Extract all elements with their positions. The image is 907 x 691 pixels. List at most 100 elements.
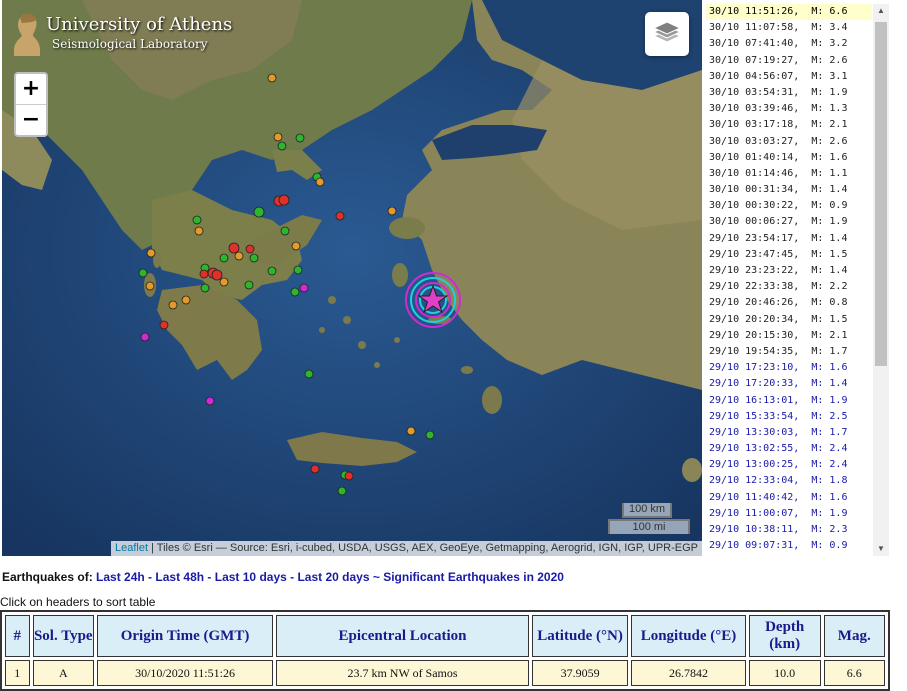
layers-icon <box>652 21 682 43</box>
quake-marker <box>244 280 254 290</box>
layers-button[interactable] <box>645 12 689 56</box>
list-item[interactable]: 29/10 12:33:04, M: 1.8 <box>706 473 872 489</box>
list-item[interactable]: 30/10 03:39:46, M: 1.3 <box>706 101 872 117</box>
quake-marker <box>425 430 435 440</box>
list-item[interactable]: 30/10 00:30:22, M: 0.9 <box>706 198 872 214</box>
logo-subtitle: Seismological Laboratory <box>52 37 208 51</box>
quake-marker <box>278 194 290 206</box>
quake-marker <box>228 242 240 254</box>
col-origin-time[interactable]: Origin Time (GMT) <box>96 615 274 657</box>
list-item[interactable]: 29/10 09:01:21, M: 2.7 <box>706 554 872 556</box>
zoom-in-button[interactable]: + <box>16 74 46 105</box>
quake-marker <box>205 396 215 406</box>
list-item[interactable]: 30/10 04:56:07, M: 3.1 <box>706 69 872 85</box>
earthquake-markers[interactable] <box>2 0 702 556</box>
list-item[interactable]: 30/10 03:17:18, M: 2.1 <box>706 117 872 133</box>
leaflet-link[interactable]: Leaflet <box>115 542 148 554</box>
link-last-20-days[interactable]: Last 20 days <box>297 570 369 584</box>
periods-label: Earthquakes of: <box>2 570 93 584</box>
list-item[interactable]: 29/10 16:13:01, M: 1.9 <box>706 393 872 409</box>
quake-marker <box>199 269 209 279</box>
scroll-up-icon[interactable]: ▲ <box>873 4 889 18</box>
list-item[interactable]: 29/10 13:00:25, M: 2.4 <box>706 457 872 473</box>
earthquake-list[interactable]: 30/10 11:51:26, M: 6.6 30/10 11:07:58, M:… <box>706 4 872 556</box>
zoom-out-button[interactable]: − <box>16 105 46 135</box>
main-quake-marker <box>405 272 461 328</box>
cell-origin-time: 30/10/2020 11:51:26 <box>96 660 274 686</box>
list-item[interactable]: 30/10 00:06:27, M: 1.9 <box>706 214 872 230</box>
quake-marker <box>267 73 277 83</box>
table-row[interactable]: 1 A 30/10/2020 11:51:26 23.7 km NW of Sa… <box>5 660 885 686</box>
list-item[interactable]: 30/10 00:31:34, M: 1.4 <box>706 182 872 198</box>
list-item[interactable]: 29/10 20:20:34, M: 1.5 <box>706 312 872 328</box>
list-item[interactable]: 29/10 09:07:31, M: 0.9 <box>706 538 872 554</box>
col-longitude[interactable]: Longitude (°E) <box>631 615 746 657</box>
col-magnitude[interactable]: Mag. <box>823 615 885 657</box>
cell-latitude: 37.9059 <box>531 660 629 686</box>
map-view[interactable]: University of Athens Seismological Labor… <box>2 0 702 556</box>
quake-marker <box>249 253 259 263</box>
quake-marker <box>299 283 309 293</box>
list-item[interactable]: 30/10 01:40:14, M: 1.6 <box>706 150 872 166</box>
list-item[interactable]: 29/10 13:30:03, M: 1.7 <box>706 425 872 441</box>
list-item[interactable]: 29/10 11:40:42, M: 1.6 <box>706 490 872 506</box>
list-item[interactable]: 29/10 23:23:22, M: 1.4 <box>706 263 872 279</box>
link-significant-2020[interactable]: Significant Earthquakes in 2020 <box>383 570 564 584</box>
quake-marker <box>146 248 156 258</box>
quake-marker <box>315 177 325 187</box>
athena-bust-icon <box>14 13 40 56</box>
quake-marker <box>291 241 301 251</box>
list-scrollbar[interactable]: ▲ ▼ <box>873 4 889 556</box>
quake-marker <box>168 300 178 310</box>
cell-location: 23.7 km NW of Samos <box>276 660 529 686</box>
quake-marker <box>245 244 255 254</box>
quake-marker <box>304 369 314 379</box>
quake-marker <box>280 226 290 236</box>
list-item[interactable]: 29/10 22:33:38, M: 2.2 <box>706 279 872 295</box>
list-item[interactable]: 30/10 11:51:26, M: 6.6 <box>706 4 872 21</box>
list-item[interactable]: 29/10 19:54:35, M: 1.7 <box>706 344 872 360</box>
list-item[interactable]: 29/10 10:38:11, M: 2.3 <box>706 522 872 538</box>
quake-marker <box>140 332 150 342</box>
list-item[interactable]: 30/10 07:19:27, M: 2.6 <box>706 53 872 69</box>
quake-marker <box>200 283 210 293</box>
scroll-thumb[interactable] <box>875 22 887 366</box>
cell-number: 1 <box>5 660 30 686</box>
quake-marker <box>145 281 155 291</box>
link-last-10-days[interactable]: Last 10 days <box>215 570 287 584</box>
list-item[interactable]: 30/10 07:41:40, M: 3.2 <box>706 36 872 52</box>
map-attribution: Leaflet | Tiles © Esri — Source: Esri, i… <box>111 541 702 556</box>
list-item[interactable]: 29/10 23:54:17, M: 1.4 <box>706 231 872 247</box>
list-item[interactable]: 29/10 20:15:30, M: 2.1 <box>706 328 872 344</box>
earthquake-table: # Sol. Type Origin Time (GMT) Epicentral… <box>0 610 890 691</box>
quake-marker <box>335 211 345 221</box>
list-item[interactable]: 29/10 17:23:10, M: 1.6 <box>706 360 872 376</box>
list-item[interactable]: 30/10 11:07:58, M: 3.4 <box>706 20 872 36</box>
scale-km: 100 km <box>622 503 672 518</box>
col-number[interactable]: # <box>5 615 30 657</box>
list-item[interactable]: 29/10 23:47:45, M: 1.5 <box>706 247 872 263</box>
scale-mi: 100 mi <box>608 519 690 534</box>
sort-hint: Click on headers to sort table <box>0 595 156 609</box>
col-sol-type[interactable]: Sol. Type <box>32 615 94 657</box>
list-item[interactable]: 30/10 03:54:31, M: 1.9 <box>706 85 872 101</box>
zoom-control: + − <box>14 72 48 137</box>
list-item[interactable]: 30/10 01:14:46, M: 1.1 <box>706 166 872 182</box>
quake-marker <box>192 215 202 225</box>
list-item[interactable]: 29/10 20:46:26, M: 0.8 <box>706 295 872 311</box>
link-last-24h[interactable]: Last 24h <box>96 570 145 584</box>
col-depth[interactable]: Depth (km) <box>748 615 821 657</box>
col-epicentral-location[interactable]: Epicentral Location <box>276 615 529 657</box>
scroll-down-icon[interactable]: ▼ <box>873 542 889 556</box>
quake-marker <box>219 253 229 263</box>
list-item[interactable]: 30/10 03:03:27, M: 2.6 <box>706 134 872 150</box>
link-last-48h[interactable]: Last 48h <box>155 570 204 584</box>
col-latitude[interactable]: Latitude (°N) <box>531 615 629 657</box>
list-item[interactable]: 29/10 11:00:07, M: 1.9 <box>706 506 872 522</box>
quake-marker <box>211 269 223 281</box>
list-item[interactable]: 29/10 17:20:33, M: 1.4 <box>706 376 872 392</box>
quake-marker <box>253 206 265 218</box>
list-item[interactable]: 29/10 15:33:54, M: 2.5 <box>706 409 872 425</box>
list-item[interactable]: 29/10 13:02:55, M: 2.4 <box>706 441 872 457</box>
quake-marker <box>295 133 305 143</box>
